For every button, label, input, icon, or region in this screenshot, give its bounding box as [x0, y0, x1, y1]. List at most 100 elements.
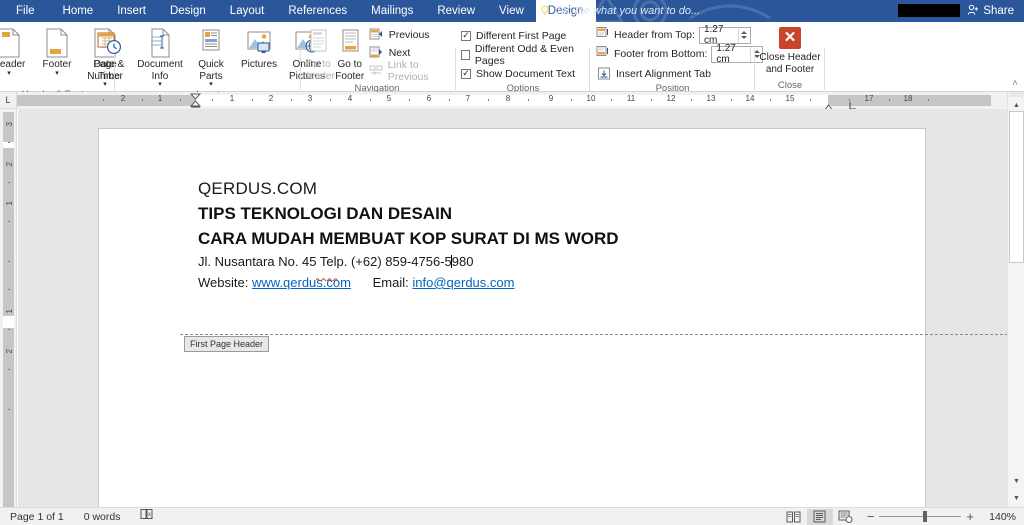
print-layout-button[interactable]	[806, 508, 833, 525]
letterhead-block[interactable]: QERDUS.COM TIPS TEKNOLOGI DAN DESAIN CAR…	[198, 177, 818, 293]
word-window: File Home Insert Design Layout Reference…	[0, 0, 1024, 525]
footer-dropdown-caret[interactable]: ▾	[55, 70, 59, 77]
user-name-redacted	[898, 4, 960, 17]
tab-insert[interactable]: Insert	[105, 0, 158, 22]
insert-alignment-tab-button[interactable]: Insert Alignment Tab	[596, 65, 711, 82]
share-button[interactable]: Share	[961, 0, 1020, 22]
zoom-thumb[interactable]	[923, 511, 928, 522]
tab-design[interactable]: Design	[158, 0, 218, 22]
page-indicator[interactable]: Page 1 of 1	[0, 508, 74, 525]
footer-from-bottom-field[interactable]: Footer from Bottom: 1.27 cm	[596, 43, 764, 65]
go-to-header-icon	[307, 27, 329, 59]
header-button[interactable]: Header ▾	[0, 25, 33, 77]
header-icon	[0, 27, 22, 59]
title-bar: File Home Insert Design Layout Reference…	[0, 0, 1024, 22]
tell-me-search[interactable]: Tell me what you want to do...	[540, 0, 700, 22]
ribbon-tab-strip[interactable]: File Home Insert Design Layout Reference…	[0, 0, 596, 22]
header-dropdown-caret[interactable]: ▾	[7, 70, 11, 77]
header-from-top-field[interactable]: Header from Top: 1.27 cm	[596, 24, 751, 46]
zoom-in-button[interactable]: +	[966, 509, 974, 524]
date-time-icon	[96, 27, 122, 59]
vertical-ruler[interactable]: 3 2 1 1 2	[0, 109, 17, 507]
quick-parts-button[interactable]: Quick Parts ▾	[187, 25, 235, 88]
ruler-number: 12	[666, 94, 676, 103]
tab-view[interactable]: View	[487, 0, 536, 22]
ruler-number: 14	[745, 94, 755, 103]
header-from-top-icon	[596, 26, 610, 44]
ruler-number: 13	[706, 94, 716, 103]
status-bar-right: − + 140%	[781, 508, 1024, 525]
vertical-scrollbar[interactable]: ▲ ▼ ▼	[1007, 92, 1024, 507]
footer-icon	[44, 27, 70, 59]
go-to-header-label-1: Go to	[306, 59, 331, 70]
header-from-top-arrows[interactable]	[737, 27, 750, 43]
close-header-and-footer-button[interactable]: ✕ Close Header and Footer	[757, 27, 823, 75]
different-odd-even-checkbox[interactable]: Different Odd & Even Pages	[461, 43, 589, 67]
go-to-footer-label-2: Footer	[335, 70, 365, 82]
letterhead-line-4: Jl. Nusantara No. 45 Telp. (+62) 859-475…	[198, 251, 818, 282]
close-button-label-2: and Footer	[765, 63, 815, 75]
document-page[interactable]: QERDUS.COM TIPS TEKNOLOGI DAN DESAIN CAR…	[98, 128, 1007, 507]
scroll-down-button[interactable]: ▼	[1008, 473, 1024, 490]
scrollbar-thumb[interactable]	[1009, 111, 1024, 263]
pictures-button[interactable]: Pictures	[235, 25, 283, 71]
go-to-footer-button[interactable]: Go to Footer	[335, 25, 365, 82]
header-from-top-spinner[interactable]: 1.27 cm	[698, 24, 751, 46]
different-first-page-checkbox[interactable]: ✓ Different First Page	[461, 27, 566, 44]
tab-stop-selector-button[interactable]: L	[0, 92, 17, 109]
right-indent-marker-icon[interactable]	[823, 99, 834, 109]
tab-file[interactable]: File	[0, 0, 51, 22]
left-indent-marker-icon[interactable]	[189, 93, 202, 109]
checkbox-box: ✓	[461, 68, 471, 79]
svg-text:x: x	[148, 512, 151, 518]
next-icon	[369, 45, 384, 60]
word-count[interactable]: 0 words	[74, 508, 131, 525]
link-to-previous-label: Link to Previous	[387, 58, 429, 83]
vruler-page-mid	[3, 316, 14, 328]
tab-review[interactable]: Review	[425, 0, 487, 22]
ruler-number: 7	[465, 94, 471, 103]
footer-button[interactable]: Footer ▾	[33, 25, 81, 77]
zoom-track[interactable]	[879, 511, 962, 522]
collapse-ribbon-button[interactable]: ˄	[1012, 78, 1018, 89]
horizontal-ruler[interactable]: 2 1 1 2 3 4 5 6 7 8 9 10 11 12 13 14 15 …	[0, 92, 1007, 109]
email-link[interactable]: info@qerdus.com	[412, 275, 514, 290]
link-to-previous-button[interactable]: Link to Previous	[369, 59, 452, 83]
ribbon: Header ▾ Footer ▾	[0, 22, 1024, 102]
tab-mailings[interactable]: Mailings	[359, 0, 425, 22]
date-time-button[interactable]: Date & Time	[85, 25, 133, 82]
zoom-slider[interactable]: − +	[867, 509, 974, 524]
show-document-text-checkbox[interactable]: ✓ Show Document Text	[461, 65, 575, 82]
status-bar: Page 1 of 1 0 words x − + 140%	[0, 507, 1024, 525]
different-odd-even-label: Different Odd & Even Pages	[474, 42, 574, 67]
navigation-small-commands: Previous Next Link to Previous	[369, 25, 452, 83]
document-canvas[interactable]: QERDUS.COM TIPS TEKNOLOGI DAN DESAIN CAR…	[18, 109, 1007, 507]
spinner-down-arrow-icon[interactable]	[741, 36, 748, 39]
proofing-errors-icon[interactable]: x	[130, 508, 164, 525]
ruler-number: 11	[626, 94, 636, 103]
ruler-number: 4	[347, 94, 353, 103]
spinner-up-arrow-icon[interactable]	[741, 31, 748, 34]
scroll-page-down-button[interactable]: ▼	[1008, 490, 1024, 507]
email-label: Email:	[372, 275, 409, 290]
footer-from-bottom-value: 1.27 cm	[716, 43, 736, 65]
letterhead-line-1: QERDUS.COM	[198, 179, 318, 198]
checkbox-box	[461, 49, 470, 60]
ribbon-group-close: ✕ Close Header and Footer Close	[756, 22, 824, 92]
letterhead-line-2: TIPS TEKNOLOGI DAN DESAIN	[198, 204, 453, 223]
go-to-header-button[interactable]: Go to Header	[302, 25, 335, 82]
previous-button[interactable]: Previous	[369, 26, 452, 43]
vruler-number: 3	[5, 122, 14, 127]
zoom-level-label[interactable]: 140%	[982, 511, 1016, 523]
read-mode-button[interactable]	[781, 509, 807, 525]
zoom-out-button[interactable]: −	[867, 509, 875, 524]
tab-layout[interactable]: Layout	[218, 0, 277, 22]
tab-stop-marker-icon[interactable]	[849, 97, 857, 109]
tab-references[interactable]: References	[276, 0, 359, 22]
web-layout-button[interactable]	[833, 509, 859, 525]
vruler-track-top	[3, 112, 14, 142]
document-info-icon	[147, 27, 173, 59]
document-info-button[interactable]: Document Info ▾	[133, 25, 187, 88]
tab-home[interactable]: Home	[51, 0, 106, 22]
letterhead-line-5: Website: www.qerdus.com Email: info@qerd…	[198, 272, 818, 293]
